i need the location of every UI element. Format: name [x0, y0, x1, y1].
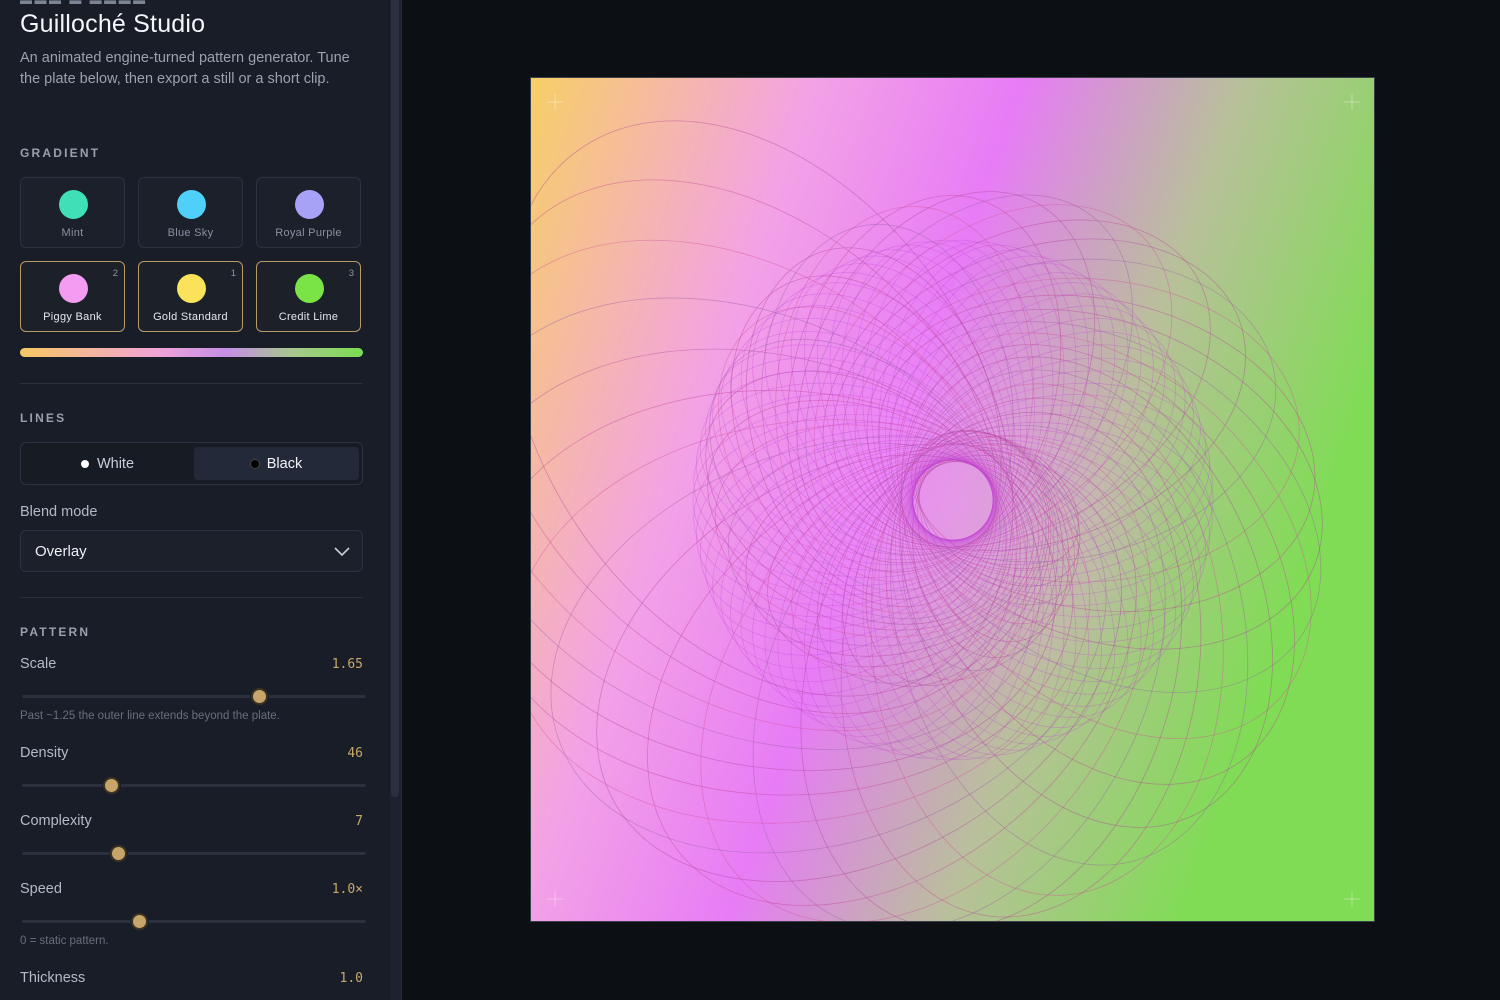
- swatch-credit-lime[interactable]: Credit Lime 3: [256, 261, 361, 332]
- line-color-white-option[interactable]: White: [25, 447, 190, 480]
- app-eyebrow: ▬▬▬ ▬ ▬▬▬▬: [20, 0, 148, 7]
- swatch-label: Mint: [61, 227, 84, 239]
- gradient-preview-bar: [20, 348, 363, 357]
- complexity-slider[interactable]: [22, 845, 366, 862]
- speed-value: 1.0×: [331, 882, 363, 897]
- swatch-blue-sky[interactable]: Blue Sky: [138, 177, 243, 248]
- line-color-black-option[interactable]: Black: [194, 447, 359, 480]
- divider: [20, 597, 363, 598]
- swatch-gold-standard[interactable]: Gold Standard 1: [138, 261, 243, 332]
- scale-slider-thumb[interactable]: [251, 688, 269, 705]
- sidebar-scrollbar-thumb[interactable]: [391, 0, 399, 797]
- gradient-section-label: GRADIENT: [20, 146, 101, 160]
- divider: [20, 383, 363, 384]
- guilloche-pattern: [531, 78, 1374, 921]
- swatch-order-badge: 2: [112, 268, 118, 279]
- thickness-value: 1.0: [339, 971, 363, 986]
- swatch-label: Royal Purple: [275, 227, 342, 239]
- speed-slider[interactable]: [22, 913, 366, 930]
- scale-value: 1.65: [331, 657, 363, 672]
- complexity-value: 7: [355, 814, 363, 829]
- swatch-label: Gold Standard: [153, 311, 228, 323]
- app-description: An animated engine-turned pattern genera…: [20, 50, 350, 87]
- chevron-down-icon: [334, 547, 350, 557]
- speed-hint: 0 = static pattern.: [20, 935, 109, 947]
- color-dot-icon: [177, 274, 206, 303]
- line-color-black-label: Black: [266, 455, 303, 472]
- density-slider[interactable]: [22, 777, 366, 794]
- density-slider-thumb[interactable]: [103, 777, 121, 794]
- blend-mode-value: Overlay: [35, 543, 87, 560]
- swatch-mint[interactable]: Mint: [20, 177, 125, 248]
- swatch-order-badge: 3: [348, 268, 354, 279]
- scale-label: Scale: [20, 656, 57, 672]
- pattern-section-label: PATTERN: [20, 625, 91, 639]
- line-color-toggle: White Black: [20, 442, 363, 485]
- color-dot-icon: [177, 190, 206, 219]
- color-dot-icon: [59, 274, 88, 303]
- density-label: Density: [20, 745, 69, 761]
- color-dot-icon: [295, 190, 324, 219]
- complexity-slider-thumb[interactable]: [110, 845, 128, 862]
- swatch-label: Blue Sky: [167, 227, 214, 239]
- thickness-label: Thickness: [20, 970, 86, 986]
- line-color-white-label: White: [96, 455, 135, 472]
- white-dot-icon: [80, 459, 89, 468]
- swatch-label: Piggy Bank: [43, 311, 102, 323]
- swatch-label: Credit Lime: [278, 311, 339, 323]
- swatch-royal-purple[interactable]: Royal Purple: [256, 177, 361, 248]
- density-value: 46: [347, 746, 363, 761]
- blend-mode-select[interactable]: Overlay: [20, 530, 363, 572]
- speed-slider-thumb[interactable]: [130, 913, 148, 930]
- swatch-order-badge: 1: [230, 268, 236, 279]
- complexity-label: Complexity: [20, 813, 92, 829]
- color-dot-icon: [295, 274, 324, 303]
- speed-label: Speed: [20, 881, 62, 897]
- color-dot-icon: [59, 190, 88, 219]
- blend-mode-label: Blend mode: [20, 504, 98, 520]
- pattern-plate-canvas: [530, 77, 1375, 922]
- swatch-piggy-bank[interactable]: Piggy Bank 2: [20, 261, 125, 332]
- scale-slider[interactable]: [22, 688, 366, 705]
- control-sidebar: ▬▬▬ ▬ ▬▬▬▬ Guilloché Studio An animated …: [0, 0, 390, 1000]
- black-dot-icon: [250, 459, 259, 468]
- lines-section-label: LINES: [20, 411, 67, 425]
- app-title: Guilloché Studio: [20, 10, 206, 38]
- scale-hint: Past ~1.25 the outer line extends beyond…: [20, 710, 280, 722]
